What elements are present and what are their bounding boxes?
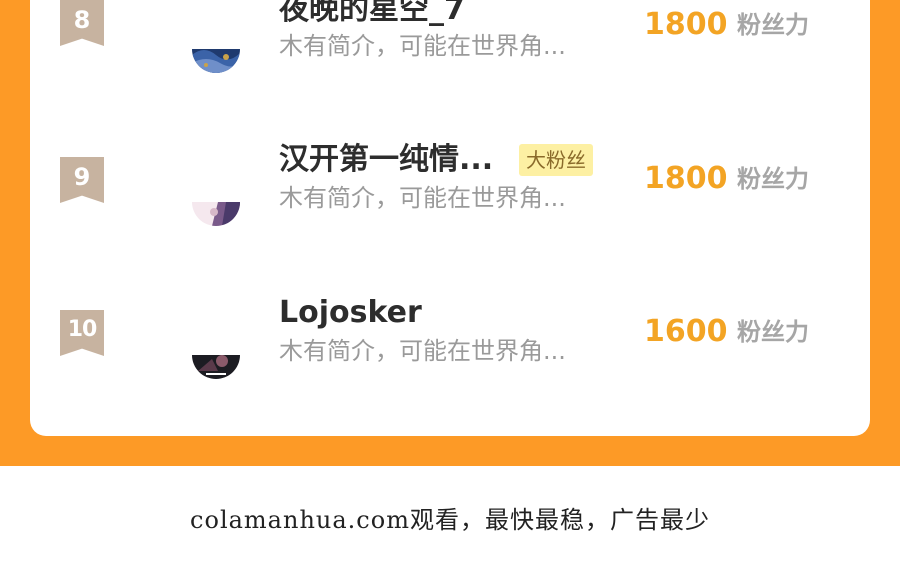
fan-power-unit: 粉丝力 [737,11,809,39]
rank-badge: 9 [60,157,104,203]
rank-badge: 10 [60,310,104,356]
list-item[interactable]: 8 夜晚的星空_7 木有简介，可能在世界角... 1800 粉丝力 [30,0,870,110]
avatar[interactable] [192,355,240,379]
user-description: 木有简介，可能在世界角... [279,32,566,60]
avatar[interactable] [192,202,240,226]
user-description: 木有简介，可能在世界角... [279,184,566,212]
list-item[interactable]: 10 Lojosker 木有简介，可能在世界角... 1600 粉丝力 [30,273,870,383]
fan-power-score: 1800 [644,7,728,42]
user-description: 木有简介，可能在世界角... [279,337,566,365]
watermark-footer-text: colamanhua.com观看，最快最稳，广告最少 [190,506,710,534]
rank-badge: 8 [60,0,104,46]
user-name[interactable]: 夜晚的星空_7 [279,0,465,28]
fan-power-unit: 粉丝力 [737,165,809,193]
avatar[interactable] [192,49,240,73]
user-name[interactable]: Lojosker [279,295,422,331]
fan-ranking-card: 8 夜晚的星空_7 木有简介，可能在世界角... 1800 粉丝力 9 汉开第一… [30,0,870,436]
big-fan-tag: 大粉丝 [519,144,593,176]
fan-power-score: 1600 [644,314,728,349]
fan-power-unit: 粉丝力 [737,318,809,346]
fan-power-score: 1800 [644,161,728,196]
list-item[interactable]: 9 汉开第一纯情... 大粉丝 木有简介，可能在世界角... 1800 粉丝力 [30,120,870,230]
user-name[interactable]: 汉开第一纯情... [279,142,493,178]
